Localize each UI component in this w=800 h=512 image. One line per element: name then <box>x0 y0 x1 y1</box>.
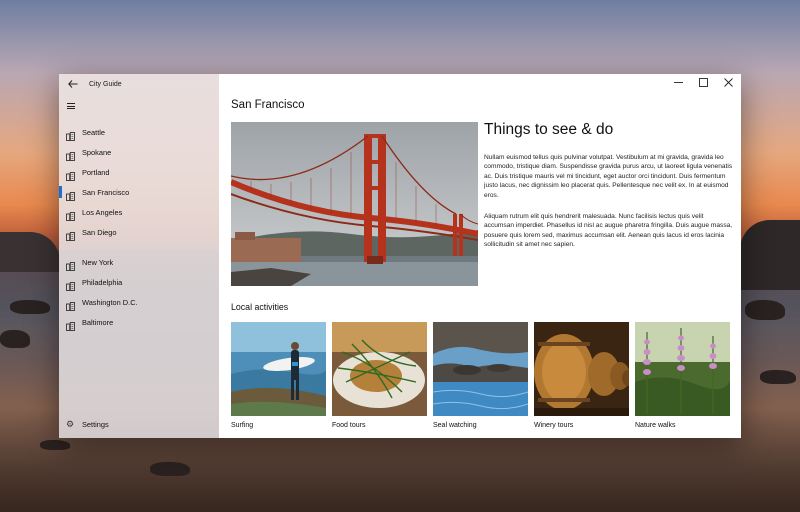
city-buildings-icon <box>66 188 75 201</box>
activity-label: Nature walks <box>635 422 676 429</box>
nav-item[interactable]: Baltimore <box>59 312 219 332</box>
activities-title: Local activities <box>231 302 289 312</box>
nav-item[interactable]: Washington D.C. <box>59 292 219 312</box>
rock <box>745 300 785 320</box>
close-button[interactable] <box>716 74 741 90</box>
rock <box>10 300 50 314</box>
nav-item-label: San Francisco <box>82 187 130 197</box>
city-buildings-icon <box>66 168 75 181</box>
nav-item-label: Portland <box>82 167 110 177</box>
rock <box>760 370 796 384</box>
minimize-button[interactable] <box>666 74 691 90</box>
city-buildings-icon <box>66 258 75 271</box>
city-buildings-icon <box>66 228 75 241</box>
nav-item-label: Los Angeles <box>82 207 123 217</box>
activity-tile-food-tours[interactable]: Food tours <box>332 322 427 429</box>
activity-tile-nature-walks[interactable]: Nature walks <box>635 322 730 429</box>
nav-list: Seattle Spokane Portland San Francisco Los A… <box>59 122 219 332</box>
rock <box>150 462 190 476</box>
seal-watching-image <box>433 322 528 416</box>
activity-label: Seal watching <box>433 422 477 429</box>
activity-tile-seal-watching[interactable]: Seal watching <box>433 322 528 429</box>
activities-grid: Surfing Food tours Seal watching Winery … <box>231 322 730 429</box>
maximize-button[interactable] <box>691 74 716 90</box>
nav-item[interactable]: Spokane <box>59 142 219 162</box>
navigation-pane: City Guide Seattle Spokane Portland San Fra… <box>59 74 219 438</box>
winery-tours-image <box>534 322 629 416</box>
rock <box>40 440 70 450</box>
nav-item-label: San Diego <box>82 227 117 237</box>
app-title: City Guide <box>89 80 122 88</box>
activity-label: Surfing <box>231 422 254 429</box>
settings-button[interactable]: ⚙ Settings <box>59 416 219 432</box>
window-caption-buttons <box>666 74 741 90</box>
surfing-image <box>231 322 326 416</box>
content-area: San Francisco Things to see & do Nullam … <box>219 74 741 438</box>
nav-item[interactable]: Philadelphia <box>59 272 219 292</box>
nav-item-label: Seattle <box>82 127 106 137</box>
nav-item[interactable]: Seattle <box>59 122 219 142</box>
nav-item[interactable]: Portland <box>59 162 219 182</box>
activity-tile-surfing[interactable]: Surfing <box>231 322 326 429</box>
page-title: San Francisco <box>231 99 305 111</box>
selection-indicator <box>59 186 62 198</box>
city-buildings-icon <box>66 208 75 221</box>
nav-item[interactable]: Los Angeles <box>59 202 219 222</box>
city-buildings-icon <box>66 318 75 331</box>
nav-item-label: Philadelphia <box>82 277 123 287</box>
description-paragraph-2: Aliquam rutrum elit quis hendrerit males… <box>484 213 733 249</box>
section-title: Things to see & do <box>484 121 614 138</box>
settings-label: Settings <box>82 419 109 429</box>
city-buildings-icon <box>66 128 75 141</box>
nav-item-label: Spokane <box>82 147 112 157</box>
nav-item[interactable]: San Diego <box>59 222 219 242</box>
rock <box>0 330 30 348</box>
nav-item[interactable]: New York <box>59 252 219 272</box>
hill-left <box>0 232 60 272</box>
description-paragraph-1: Nullam euismod tellus quis pulvinar volu… <box>484 154 733 199</box>
nav-item-label: Baltimore <box>82 317 114 327</box>
nav-item-label: Washington D.C. <box>82 297 138 307</box>
activity-label: Food tours <box>332 422 366 429</box>
back-arrow-icon[interactable] <box>67 78 79 90</box>
activity-tile-winery-tours[interactable]: Winery tours <box>534 322 629 429</box>
gear-icon: ⚙ <box>66 419 75 429</box>
city-buildings-icon <box>66 278 75 291</box>
city-buildings-icon <box>66 148 75 161</box>
hero-image-golden-gate-bridge <box>231 122 478 286</box>
titlebar-left: City Guide <box>59 76 219 92</box>
app-window: City Guide Seattle Spokane Portland San Fra… <box>59 74 741 438</box>
hill-right <box>740 220 800 290</box>
hamburger-menu-icon[interactable] <box>67 103 75 109</box>
nature-walks-image <box>635 322 730 416</box>
nav-item[interactable]: San Francisco <box>59 182 219 202</box>
city-buildings-icon <box>66 298 75 311</box>
nav-item-label: New York <box>82 257 114 267</box>
food-tours-image <box>332 322 427 416</box>
activity-label: Winery tours <box>534 422 574 429</box>
